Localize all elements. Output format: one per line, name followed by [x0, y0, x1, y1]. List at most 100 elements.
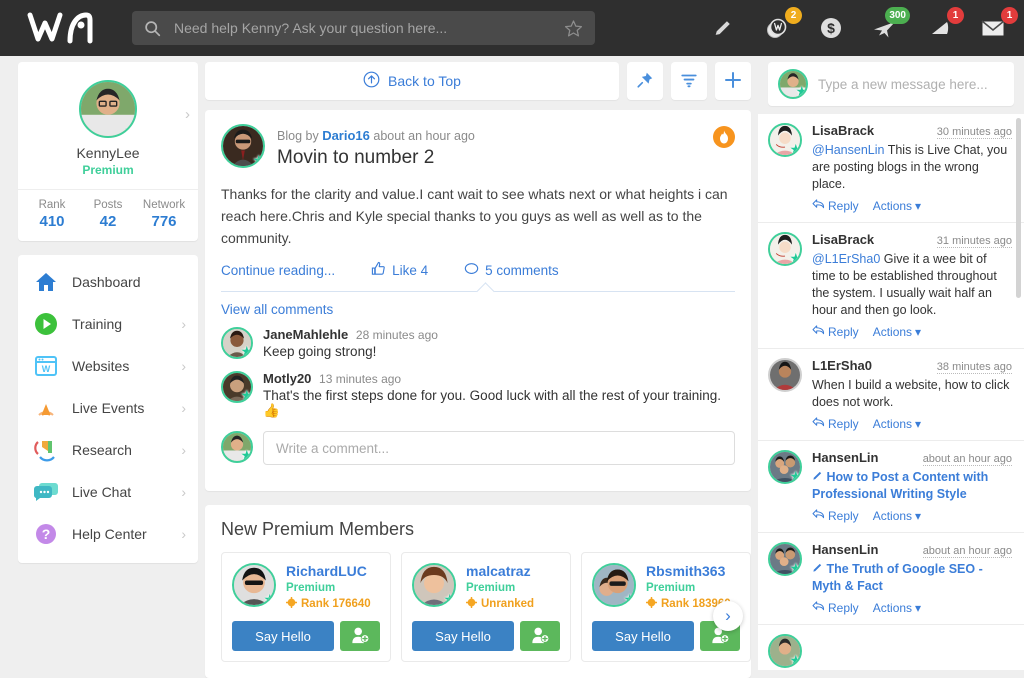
sidebar-item-live-chat[interactable]: Live Chat › [18, 471, 198, 513]
member-avatar[interactable]: ★ [412, 563, 456, 607]
sidebar-item-research[interactable]: Research › [18, 429, 198, 471]
search-input[interactable] [161, 20, 564, 36]
comment-text: Keep going strong! [263, 344, 377, 359]
reply-button[interactable]: Reply [812, 509, 859, 523]
continue-reading-link[interactable]: Continue reading... [221, 263, 335, 278]
post-title[interactable]: Movin to number 2 [277, 147, 475, 169]
member-membership: Premium [466, 582, 516, 594]
chat-author[interactable]: L1ErSha0 [812, 358, 872, 373]
search-bar[interactable] [132, 11, 595, 45]
chat-author[interactable]: HansenLin [812, 542, 878, 557]
member-avatar[interactable]: ★ [592, 563, 636, 607]
pencil-icon[interactable] [706, 11, 740, 45]
chat-author[interactable]: HansenLin [812, 450, 878, 465]
comment-input[interactable] [263, 431, 735, 465]
reply-button[interactable]: Reply [812, 417, 859, 431]
current-user-avatar[interactable]: ★ [778, 69, 808, 99]
chat-avatar[interactable]: ★ [768, 450, 802, 484]
sidebar-menu: Dashboard Training › W Websites › Live E… [18, 255, 198, 563]
reply-button[interactable]: Reply [812, 199, 859, 213]
chat-message-input[interactable] [818, 76, 1004, 92]
add-friend-button[interactable] [520, 621, 560, 651]
chevron-right-icon: › [181, 442, 186, 458]
chat-blog-link[interactable]: How to Post a Content with Professional … [812, 469, 1012, 503]
chat-avatar[interactable]: ★ [768, 123, 802, 157]
chat-author[interactable]: LisaBrack [812, 123, 874, 138]
airplane-badge: 300 [885, 7, 910, 24]
comment-author[interactable]: Motly20 13 minutes ago [263, 371, 735, 386]
chat-avatar[interactable]: ★ [768, 232, 802, 266]
commenter-avatar[interactable]: ★ [221, 327, 253, 359]
say-hello-button[interactable]: Say Hello [592, 621, 694, 651]
avatar[interactable]: ★ [79, 80, 137, 138]
actions-menu[interactable]: Actions ▾ [873, 601, 921, 615]
comment-author[interactable]: JaneMahlehle 28 minutes ago [263, 327, 735, 342]
add-friend-button[interactable] [340, 621, 380, 651]
commenter-avatar[interactable]: ★ [221, 371, 253, 403]
envelope-icon[interactable]: 1 [976, 7, 1018, 45]
star-icon[interactable] [564, 19, 583, 38]
chevron-right-icon[interactable]: › [185, 106, 190, 123]
comments-section: View all comments ★ JaneMahlehle 28 minu… [221, 292, 735, 491]
chat-avatar[interactable] [768, 358, 802, 392]
chevron-down-icon: ▾ [915, 417, 922, 431]
bell-icon[interactable]: 1 [922, 7, 964, 45]
rank-sun-icon [465, 596, 478, 611]
chat-avatar[interactable]: ★ [768, 634, 802, 668]
comments-label: 5 comments [485, 262, 559, 278]
actions-menu[interactable]: Actions ▾ [873, 417, 921, 431]
filter-button[interactable] [671, 62, 707, 100]
actions-menu[interactable]: Actions ▾ [873, 509, 921, 523]
sidebar-item-help-center[interactable]: ? Help Center › [18, 513, 198, 555]
member-avatar[interactable]: ★ [232, 563, 276, 607]
profile-username: KennyLee [76, 145, 140, 161]
current-user-avatar[interactable]: ★ [221, 431, 253, 463]
chat-mention[interactable]: @HansenLin [812, 143, 884, 157]
hot-flame-icon [713, 126, 735, 148]
actions-label: Actions [872, 509, 913, 523]
add-button[interactable] [715, 62, 751, 100]
sidebar-item-websites[interactable]: W Websites › [18, 345, 198, 387]
reply-button[interactable]: Reply [812, 601, 859, 615]
say-hello-button[interactable]: Say Hello [232, 621, 334, 651]
chat-message: ★ HansenLin about an hour ago The Truth … [758, 533, 1024, 625]
sidebar-item-label: Research [72, 442, 132, 458]
sidebar-item-label: Dashboard [72, 274, 141, 290]
chat-author[interactable]: LisaBrack [812, 232, 874, 247]
dollar-icon[interactable]: $ [814, 11, 848, 45]
airplane-icon[interactable]: 300 [868, 7, 910, 45]
question-icon: ? [34, 522, 64, 546]
profile-card[interactable]: › ★ KennyLee Premium Rank 410 Posts 42 N… [18, 62, 198, 241]
reply-button[interactable]: Reply [812, 325, 859, 339]
chat-message-list[interactable]: ★ LisaBrack 30 minutes ago @HansenLin Th… [758, 114, 1024, 670]
reply-label: Reply [828, 601, 859, 615]
premium-star-icon: ★ [623, 591, 636, 607]
wa-logo[interactable] [26, 11, 126, 45]
post-author[interactable]: Dario16 [322, 128, 370, 143]
pin-button[interactable] [627, 62, 663, 100]
sidebar-item-dashboard[interactable]: Dashboard [18, 261, 198, 303]
view-all-comments-link[interactable]: View all comments [221, 302, 735, 317]
actions-menu[interactable]: Actions ▾ [873, 325, 921, 339]
sidebar-item-training[interactable]: Training › [18, 303, 198, 345]
chevron-right-icon: › [181, 526, 186, 542]
chat-blog-link[interactable]: The Truth of Google SEO - Myth & Fact [812, 561, 1012, 595]
say-hello-button[interactable]: Say Hello [412, 621, 514, 651]
post-author-avatar[interactable]: ★ [221, 124, 265, 168]
back-to-top-button[interactable]: Back to Top [205, 62, 619, 100]
member-name[interactable]: RichardLUC [286, 563, 371, 579]
like-button[interactable]: Like 4 [371, 261, 428, 279]
post-actions: Continue reading... Like 4 5 comments [221, 261, 735, 291]
chat-avatar[interactable]: ★ [768, 542, 802, 576]
comments-button[interactable]: 5 comments [464, 262, 559, 279]
carousel-next-button[interactable]: › [713, 601, 743, 631]
chat-mention[interactable]: @L1ErSha0 [812, 252, 880, 266]
sidebar-item-live-events[interactable]: Live Events › [18, 387, 198, 429]
member-card: ★ RichardLUC Premium Rank 176640 Say Hel… [221, 552, 391, 662]
chat-scrollbar[interactable] [1016, 118, 1021, 298]
member-name[interactable]: malcatraz [466, 563, 534, 579]
credits-icon[interactable]: 2 [760, 7, 802, 45]
actions-menu[interactable]: Actions ▾ [873, 199, 921, 213]
chat-text: When I build a website, how to click doe… [812, 378, 1010, 409]
member-name[interactable]: Rbsmith363 [646, 563, 731, 579]
